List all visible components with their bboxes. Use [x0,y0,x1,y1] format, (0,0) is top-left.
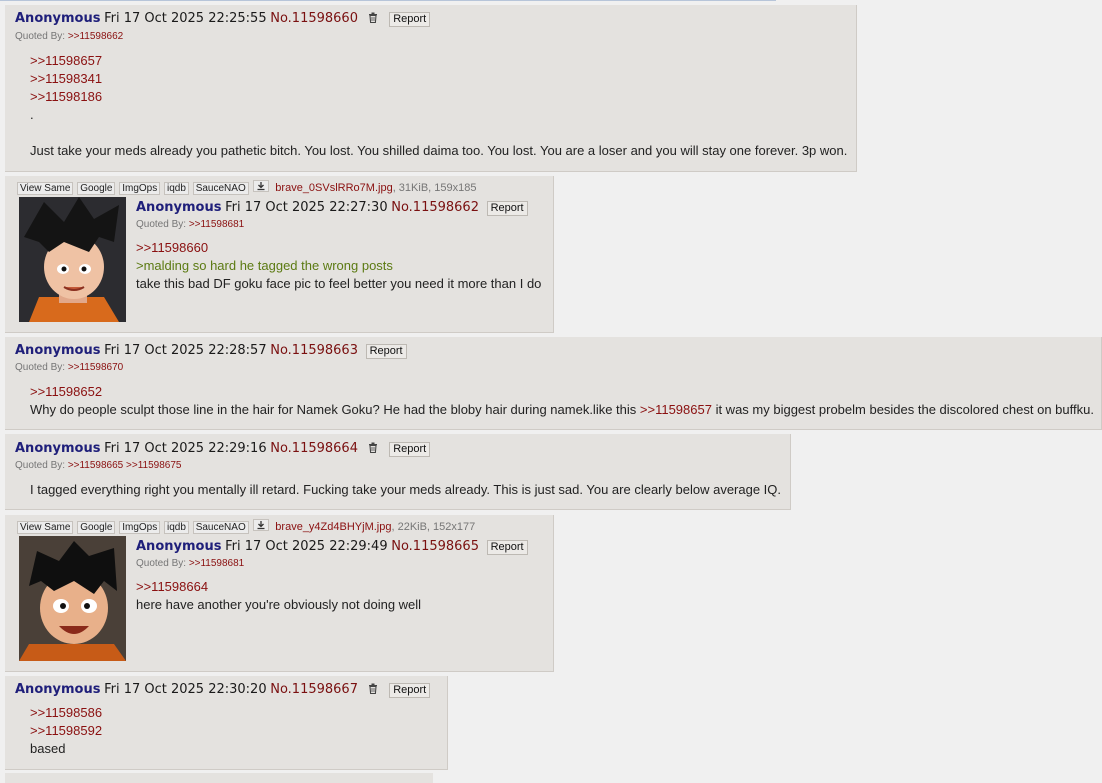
trash-icon[interactable] [368,442,378,453]
poster-name: Anonymous [136,539,222,554]
divider [0,0,776,1]
file-info: View Same Google ImgOps iqdb SauceNAO br… [17,180,476,195]
file-meta: , 22KiB, 152x177 [391,521,476,533]
trash-icon[interactable] [368,12,378,23]
iqdb-button[interactable]: iqdb [164,521,189,534]
post-next [5,773,433,783]
post-11598667: Anonymous Fri 17 Oct 2025 22:30:20 No.11… [5,676,448,770]
quoted-by: Quoted By: >>11598662 [15,31,124,42]
file-meta: , 31KiB, 159x185 [392,182,477,194]
post-date: Fri 17 Oct 2025 22:29:49 [225,539,388,554]
view-same-button[interactable]: View Same [17,521,74,534]
download-icon[interactable] [252,180,269,192]
quoted-by-link[interactable]: >>11598665 [68,460,123,471]
post-11598663: Anonymous Fri 17 Oct 2025 22:28:57 No.11… [5,337,1102,430]
post-date: Fri 17 Oct 2025 22:29:16 [104,441,267,456]
quote-link[interactable]: >>11598592 [30,722,102,740]
iqdb-button[interactable]: iqdb [164,182,189,195]
poster-name: Anonymous [15,682,101,697]
post-date: Fri 17 Oct 2025 22:30:20 [104,682,267,697]
quoted-by-link[interactable]: >>11598681 [189,558,244,569]
quoted-by: Quoted By: >>11598665 >>11598675 [15,460,182,471]
quote-link[interactable]: >>11598660 [136,239,541,257]
post-body: >>11598664 here have another you're obvi… [136,578,421,614]
file-name-link[interactable]: brave_y4Zd4BHYjM.jpg [275,521,391,533]
quote-link[interactable]: >>11598586 [30,704,102,722]
download-icon[interactable] [252,519,269,531]
quote-link[interactable]: >>11598186 [30,88,847,106]
greentext: >malding so hard he tagged the wrong pos… [136,258,393,273]
report-button[interactable]: Report [486,201,528,216]
saucenao-button[interactable]: SauceNAO [192,182,249,195]
post-11598662: View Same Google ImgOps iqdb SauceNAO br… [5,176,554,333]
report-button[interactable]: Report [389,683,431,698]
report-button[interactable]: Report [389,442,431,457]
post-date: Fri 17 Oct 2025 22:25:55 [104,11,267,26]
report-button[interactable]: Report [486,540,528,555]
post-text: it was my biggest probelm besides the di… [711,402,1094,417]
quoted-by: Quoted By: >>11598681 [136,219,245,230]
quote-link[interactable]: >>11598657 [30,52,847,70]
post-body: I tagged everything right you mentally i… [30,481,781,499]
post-thumbnail[interactable] [19,536,126,661]
report-button[interactable]: Report [389,12,431,27]
post-text: take this bad DF goku face pic to feel b… [136,276,542,291]
quoted-by-link[interactable]: >>11598662 [68,31,123,42]
google-button[interactable]: Google [77,182,116,195]
trash-icon[interactable] [368,683,378,694]
post-body: >>11598586 >>11598592 based [30,704,102,758]
saucenao-button[interactable]: SauceNAO [192,521,249,534]
quoted-by: Quoted By: >>11598681 [136,558,245,569]
post-date: Fri 17 Oct 2025 22:27:30 [225,200,388,215]
quote-link[interactable]: >>11598652 [30,383,1094,401]
post-body: >>11598652 Why do people sculpt those li… [30,383,1094,419]
post-text: based [30,741,66,756]
imgops-button[interactable]: ImgOps [119,182,161,195]
quote-link[interactable]: >>11598657 [640,402,712,417]
google-button[interactable]: Google [77,521,116,534]
imgops-button[interactable]: ImgOps [119,521,161,534]
quoted-by-link[interactable]: >>11598670 [68,362,123,373]
view-same-button[interactable]: View Same [17,182,74,195]
post-11598665: View Same Google ImgOps iqdb SauceNAO br… [5,515,554,672]
post-text: here have another you're obviously not d… [136,597,422,612]
quote-link[interactable]: >>11598341 [30,70,847,88]
post-date: Fri 17 Oct 2025 22:28:57 [104,343,267,358]
post-number[interactable]: No.11598664 [270,441,358,456]
post-11598660: Anonymous Fri 17 Oct 2025 22:25:55 No.11… [5,5,857,172]
poster-name: Anonymous [136,200,222,215]
poster-name: Anonymous [15,11,101,26]
poster-name: Anonymous [15,343,101,358]
post-text: Why do people sculpt those line in the h… [30,402,640,417]
post-number[interactable]: No.11598660 [270,11,358,26]
post-thumbnail[interactable] [19,197,126,322]
quoted-by-link[interactable]: >>11598675 [126,460,181,471]
post-text: Just take your meds already you pathetic… [30,143,848,158]
post-number[interactable]: No.11598662 [391,200,479,215]
poster-name: Anonymous [15,441,101,456]
post-number[interactable]: No.11598667 [270,682,358,697]
file-info: View Same Google ImgOps iqdb SauceNAO br… [17,519,475,534]
quoted-by: Quoted By: >>11598670 [15,362,124,373]
post-body: >>11598660 >malding so hard he tagged th… [136,239,541,293]
quoted-by-link[interactable]: >>11598681 [189,219,244,230]
post-text: . [30,107,34,122]
post-text: I tagged everything right you mentally i… [30,482,782,497]
file-name-link[interactable]: brave_0SVslRRo7M.jpg [275,182,392,194]
quote-link[interactable]: >>11598664 [136,578,421,596]
post-body: >>11598657 >>11598341 >>11598186 . Just … [30,52,847,160]
report-button[interactable]: Report [365,344,407,359]
post-number[interactable]: No.11598665 [391,539,479,554]
post-11598664: Anonymous Fri 17 Oct 2025 22:29:16 No.11… [5,434,791,510]
post-number[interactable]: No.11598663 [270,343,358,358]
